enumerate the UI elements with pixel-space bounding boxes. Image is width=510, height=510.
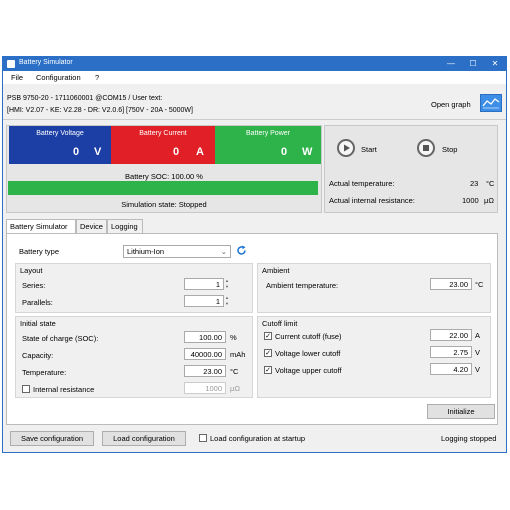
- current-cutoff-label: Current cutoff (fuse): [275, 332, 342, 341]
- start-button[interactable]: [337, 139, 355, 157]
- actual-temp-label: Actual temperature:: [329, 179, 395, 188]
- current-title: Battery Current: [139, 130, 187, 137]
- actual-resistance-value: 1000: [462, 196, 479, 205]
- power-meter: Battery Power 0 W: [215, 126, 321, 164]
- battery-type-value: Lithium-Ion: [127, 247, 165, 256]
- parallels-label: Parallels:: [22, 298, 53, 307]
- internal-resistance-label: Internal resistance: [33, 385, 95, 394]
- voltage-upper-unit: V: [475, 365, 481, 374]
- soc-input-label: State of charge (SOC):: [22, 334, 99, 343]
- stop-label[interactable]: Stop: [442, 145, 457, 154]
- minimize-button[interactable]: —: [440, 57, 462, 71]
- ambient-temp-input[interactable]: 23.00: [430, 278, 472, 290]
- capacity-input[interactable]: 40000.00: [184, 348, 226, 360]
- battery-simulator-panel: Battery type Lithium-Ion ⌄ Layout Series…: [6, 233, 498, 425]
- layout-title: Layout: [20, 266, 43, 275]
- chevron-down-icon: ⌄: [220, 247, 227, 256]
- stop-button[interactable]: [417, 139, 435, 157]
- title-bar: Battery Simulator — ☐ ✕: [3, 57, 506, 71]
- current-cutoff-checkbox[interactable]: ✓: [264, 332, 272, 340]
- load-at-startup-label: Load configuration at startup: [210, 434, 306, 443]
- battery-type-select[interactable]: Lithium-Ion ⌄: [123, 245, 231, 258]
- simulation-state: Simulation state: Stopped: [121, 200, 207, 209]
- menu-configuration[interactable]: Configuration: [36, 73, 81, 82]
- logging-status: Logging stopped: [441, 434, 497, 443]
- device-info-line2: [HMI: V2.07 - KE: V2.28 - DR: V2.0.6] [7…: [7, 107, 193, 114]
- layout-group: Layout Series: 1 ▲ ▼ Parallels: 1 ▲ ▼: [15, 263, 253, 313]
- temperature-label: Temperature:: [22, 368, 67, 377]
- meters-panel: Battery Voltage 0 V Battery Current 0 A …: [6, 125, 322, 213]
- voltage-upper-checkbox[interactable]: ✓: [264, 366, 272, 374]
- menu-file[interactable]: File: [11, 73, 23, 82]
- temperature-input[interactable]: 23.00: [184, 365, 226, 377]
- temperature-unit: °C: [230, 367, 239, 376]
- voltage-upper-label: Voltage upper cutoff: [275, 366, 342, 375]
- menu-bar: File Configuration ?: [3, 71, 506, 84]
- tab-battery-simulator[interactable]: Battery Simulator: [6, 219, 76, 234]
- tab-device[interactable]: Device: [76, 219, 107, 233]
- series-input[interactable]: 1: [184, 278, 224, 290]
- current-cutoff-input[interactable]: 22.00: [430, 329, 472, 341]
- initial-state-title: Initial state: [20, 319, 56, 328]
- voltage-lower-label: Voltage lower cutoff: [275, 349, 341, 358]
- series-label: Series:: [22, 281, 46, 290]
- actual-resistance-label: Actual internal resistance:: [329, 196, 415, 205]
- internal-resistance-unit: μΩ: [230, 384, 240, 393]
- close-button[interactable]: ✕: [484, 57, 506, 71]
- refresh-icon[interactable]: [235, 244, 248, 257]
- power-unit: W: [302, 146, 313, 158]
- ambient-temp-label: Ambient temperature:: [266, 281, 339, 290]
- graph-icon[interactable]: [480, 94, 502, 112]
- start-label[interactable]: Start: [361, 145, 377, 154]
- save-configuration-button[interactable]: Save configuration: [10, 431, 94, 446]
- capacity-unit: mAh: [230, 350, 246, 359]
- app-icon: [7, 60, 15, 68]
- power-value: 0: [281, 146, 288, 158]
- device-header: PSB 9750-20 - 1711060001 @COM15 / User t…: [3, 84, 506, 120]
- series-stepper[interactable]: ▲ ▼: [224, 278, 230, 290]
- power-title: Battery Power: [246, 130, 290, 137]
- voltage-lower-checkbox[interactable]: ✓: [264, 349, 272, 357]
- open-graph-label[interactable]: Open graph: [431, 100, 471, 109]
- internal-resistance-input[interactable]: 1000: [184, 382, 226, 394]
- voltage-value: 0: [73, 146, 80, 158]
- menu-help[interactable]: ?: [95, 73, 99, 82]
- tab-logging[interactable]: Logging: [107, 219, 143, 233]
- actual-temp-value: 23: [470, 179, 479, 188]
- actual-resistance-unit: μΩ: [484, 196, 494, 205]
- ambient-title: Ambient: [262, 266, 290, 275]
- device-info-line1: PSB 9750-20 - 1711060001 @COM15 / User t…: [7, 95, 163, 102]
- actual-temp-unit: °C: [486, 179, 495, 188]
- cutoff-title: Cutoff limit: [262, 319, 298, 328]
- initial-state-group: Initial state State of charge (SOC): 100…: [15, 316, 253, 398]
- ambient-temp-unit: °C: [475, 280, 484, 289]
- current-value: 0: [173, 146, 180, 158]
- current-unit: A: [196, 146, 204, 158]
- voltage-unit: V: [94, 146, 102, 158]
- soc-progress-bar: [8, 181, 318, 195]
- parallels-input[interactable]: 1: [184, 295, 224, 307]
- ambient-group: Ambient Ambient temperature: 23.00 °C: [257, 263, 491, 313]
- soc-label: Battery SOC: 100.00 %: [125, 172, 203, 181]
- maximize-button[interactable]: ☐: [462, 57, 484, 71]
- capacity-label: Capacity:: [22, 351, 54, 360]
- voltage-upper-input[interactable]: 4.20: [430, 363, 472, 375]
- voltage-lower-unit: V: [475, 348, 481, 357]
- cutoff-limit-group: Cutoff limit ✓ Current cutoff (fuse) 22.…: [257, 316, 491, 398]
- load-at-startup-checkbox[interactable]: [199, 434, 207, 442]
- soc-input[interactable]: 100.00: [184, 331, 226, 343]
- load-configuration-button[interactable]: Load configuration: [102, 431, 186, 446]
- voltage-meter: Battery Voltage 0 V: [9, 126, 111, 164]
- initialize-button[interactable]: Initialize: [427, 404, 495, 419]
- current-cutoff-unit: A: [475, 331, 481, 340]
- battery-type-label: Battery type: [19, 247, 60, 256]
- parallels-stepper[interactable]: ▲ ▼: [224, 295, 230, 307]
- current-meter: Battery Current 0 A: [111, 126, 215, 164]
- voltage-lower-input[interactable]: 2.75: [430, 346, 472, 358]
- voltage-title: Battery Voltage: [36, 130, 84, 137]
- soc-unit: %: [230, 333, 237, 342]
- internal-resistance-checkbox[interactable]: [22, 385, 30, 393]
- control-panel: Start Stop Actual temperature: 23 °C Act…: [324, 125, 498, 213]
- window-title: Battery Simulator: [19, 59, 73, 66]
